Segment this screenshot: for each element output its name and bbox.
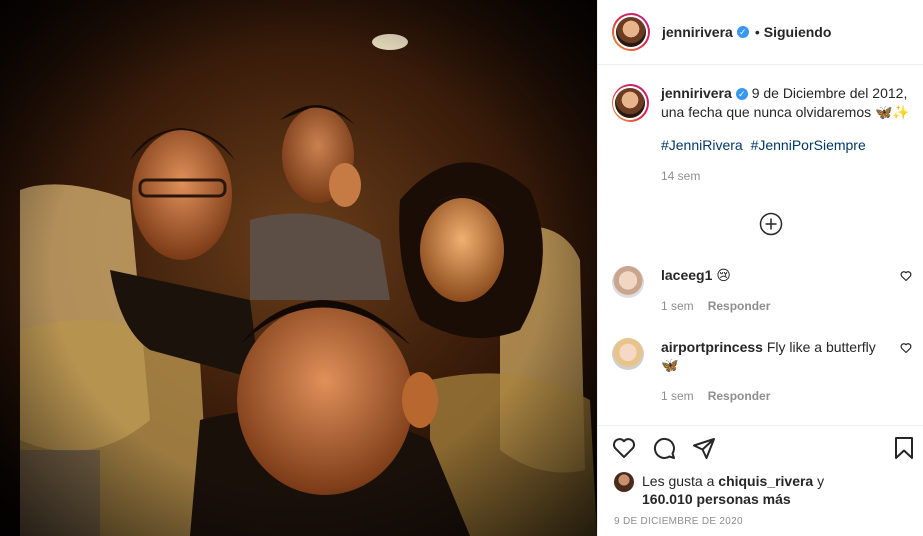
post-photo[interactable] [0, 0, 597, 536]
verified-badge-icon: ✓ [735, 88, 748, 101]
comment-item: laceeg1 😢 1 sem Responder [612, 266, 912, 315]
commenter-avatar[interactable] [612, 266, 644, 298]
caption-avatar[interactable] [612, 84, 649, 122]
avatar-image [616, 17, 646, 47]
post-header: jennirivera ✓ • Siguiendo [598, 0, 923, 65]
likes-summary: Les gusta a chiquis_rivera y 160.010 per… [614, 472, 824, 508]
comment-username[interactable]: airportprincess [661, 339, 763, 355]
comment-username[interactable]: laceeg1 [661, 267, 712, 283]
commenter-avatar[interactable] [612, 338, 644, 370]
liker-avatar[interactable] [614, 472, 634, 492]
comment-time: 1 sem [661, 389, 694, 403]
instagram-post: jennirivera ✓ • Siguiendo jennirivera ✓ 9… [0, 0, 923, 536]
post-sidebar: jennirivera ✓ • Siguiendo jennirivera ✓ 9… [597, 0, 923, 536]
likes-count[interactable]: 160.010 personas más [642, 491, 791, 507]
photo-image [0, 0, 597, 536]
like-comment-heart-icon[interactable] [900, 270, 912, 282]
bookmark-icon[interactable] [892, 436, 916, 460]
avatar-image [615, 88, 646, 118]
reply-button[interactable]: Responder [708, 299, 771, 313]
plus-circle-icon[interactable] [759, 212, 783, 236]
heart-icon[interactable] [612, 436, 636, 460]
post-actions: Les gusta a chiquis_rivera y 160.010 per… [598, 425, 923, 536]
hashtag-link[interactable]: #JenniRivera [661, 137, 743, 153]
comment-item: airportprincess Fly like a butterfly 🦋 1… [612, 338, 912, 405]
like-comment-heart-icon[interactable] [900, 342, 912, 354]
caption-username[interactable]: jennirivera [661, 85, 732, 101]
liker-username[interactable]: chiquis_rivera [718, 473, 813, 489]
reply-button[interactable]: Responder [708, 389, 771, 403]
post-caption: jennirivera ✓ 9 de Diciembre del 2012, un… [612, 84, 912, 186]
separator-dot: • [754, 24, 760, 40]
following-button[interactable]: Siguiendo [764, 24, 832, 40]
comment-time: 1 sem [661, 299, 694, 313]
share-icon[interactable] [692, 436, 716, 460]
caption-hashtags: #JenniRivera #JenniPorSiempre [661, 136, 912, 155]
hashtag-link[interactable]: #JenniPorSiempre [751, 137, 866, 153]
comment-text: 😢 [716, 267, 731, 283]
post-date[interactable]: 9 DE DICIEMBRE DE 2020 [614, 516, 743, 527]
author-username[interactable]: jennirivera [662, 24, 733, 40]
caption-time: 14 sem [660, 169, 701, 183]
author-avatar[interactable] [612, 13, 650, 51]
comment-icon[interactable] [652, 436, 676, 460]
verified-badge-icon: ✓ [736, 26, 749, 38]
